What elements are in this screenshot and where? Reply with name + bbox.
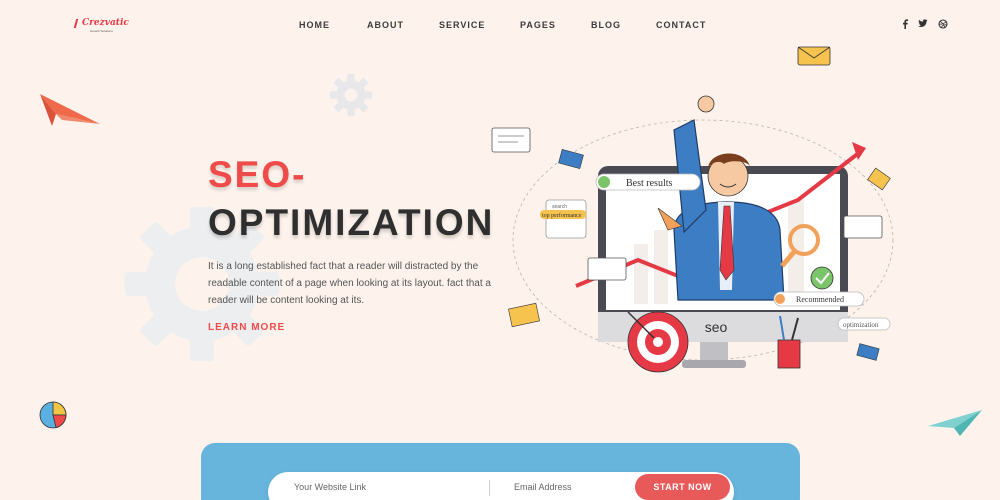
logo-mark-icon <box>73 19 83 28</box>
top-performance-label: top performance <box>542 212 582 219</box>
seo-illustration: seo Best results Recommended search top … <box>491 95 894 373</box>
optimization-label: optimization <box>843 321 879 329</box>
hero-description: It is a long established fact that a rea… <box>208 261 491 306</box>
search-label: search <box>552 204 567 210</box>
start-now-button[interactable]: START NOW <box>635 474 730 500</box>
small-gear-icon <box>329 73 373 117</box>
nav-home[interactable]: HOME <box>299 20 330 30</box>
hero-title-line1: SEO- <box>208 154 307 195</box>
nav-about[interactable]: ABOUT <box>367 20 404 30</box>
brand-logo[interactable]: Crezvatic Growth Solutions <box>73 18 134 38</box>
site-header: Crezvatic Growth Solutions HOME ABOUT SE… <box>0 0 1000 52</box>
social-links <box>898 19 950 31</box>
nav-service[interactable]: SERVICE <box>439 20 485 30</box>
email-address-input[interactable] <box>514 472 624 500</box>
dribbble-icon[interactable] <box>938 19 948 31</box>
recommended-label: Recommended <box>796 295 844 304</box>
nav-contact[interactable]: CONTACT <box>656 20 706 30</box>
twitter-icon[interactable] <box>918 19 928 30</box>
learn-more-link[interactable]: LEARN MORE <box>208 322 285 333</box>
hero-title-line2: OPTIMIZATION <box>208 202 495 243</box>
brand-name: Crezvatic <box>82 18 129 28</box>
nav-pages[interactable]: PAGES <box>520 20 556 30</box>
field-divider <box>489 480 490 496</box>
website-link-input[interactable] <box>294 472 474 500</box>
brand-tagline: Growth Solutions <box>90 29 113 33</box>
best-results-label: Best results <box>626 178 672 189</box>
facebook-icon[interactable] <box>901 19 909 31</box>
website-check-form: START NOW <box>268 472 734 500</box>
paper-plane-icon <box>40 94 100 126</box>
nav-blog[interactable]: BLOG <box>591 20 621 30</box>
envelope-icon <box>797 46 831 66</box>
paper-plane-teal-icon <box>928 410 982 436</box>
monitor-seo-label: seo <box>705 319 728 335</box>
pie-chart-icon <box>39 401 67 429</box>
